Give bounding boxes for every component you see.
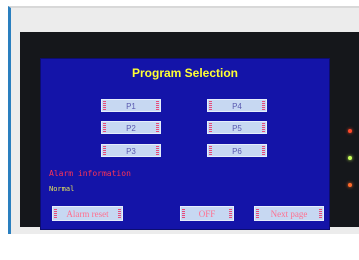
hmi-screen: Program Selection P1 P2 P3 P4 P5 P6 Alar… — [40, 58, 330, 230]
program-p1-button[interactable]: P1 — [101, 99, 161, 112]
program-p5-button[interactable]: P5 — [207, 121, 267, 134]
program-p2-button[interactable]: P2 — [101, 121, 161, 134]
next-page-button[interactable]: Next page — [254, 206, 324, 221]
run-indicator-icon — [348, 156, 352, 160]
program-p3-button[interactable]: P3 — [101, 144, 161, 157]
page-title: Program Selection — [131, 66, 239, 80]
alarm-information-label: Alarm information — [49, 169, 131, 178]
off-button[interactable]: OFF — [180, 206, 234, 221]
alarm-reset-button[interactable]: Alarm reset — [52, 206, 123, 221]
alarm-status-text: Normal — [49, 185, 75, 193]
power-indicator-icon — [348, 129, 352, 133]
bottom-margin — [8, 234, 359, 260]
alarm-indicator-icon — [348, 183, 352, 187]
program-p4-button[interactable]: P4 — [207, 99, 267, 112]
program-p6-button[interactable]: P6 — [207, 144, 267, 157]
